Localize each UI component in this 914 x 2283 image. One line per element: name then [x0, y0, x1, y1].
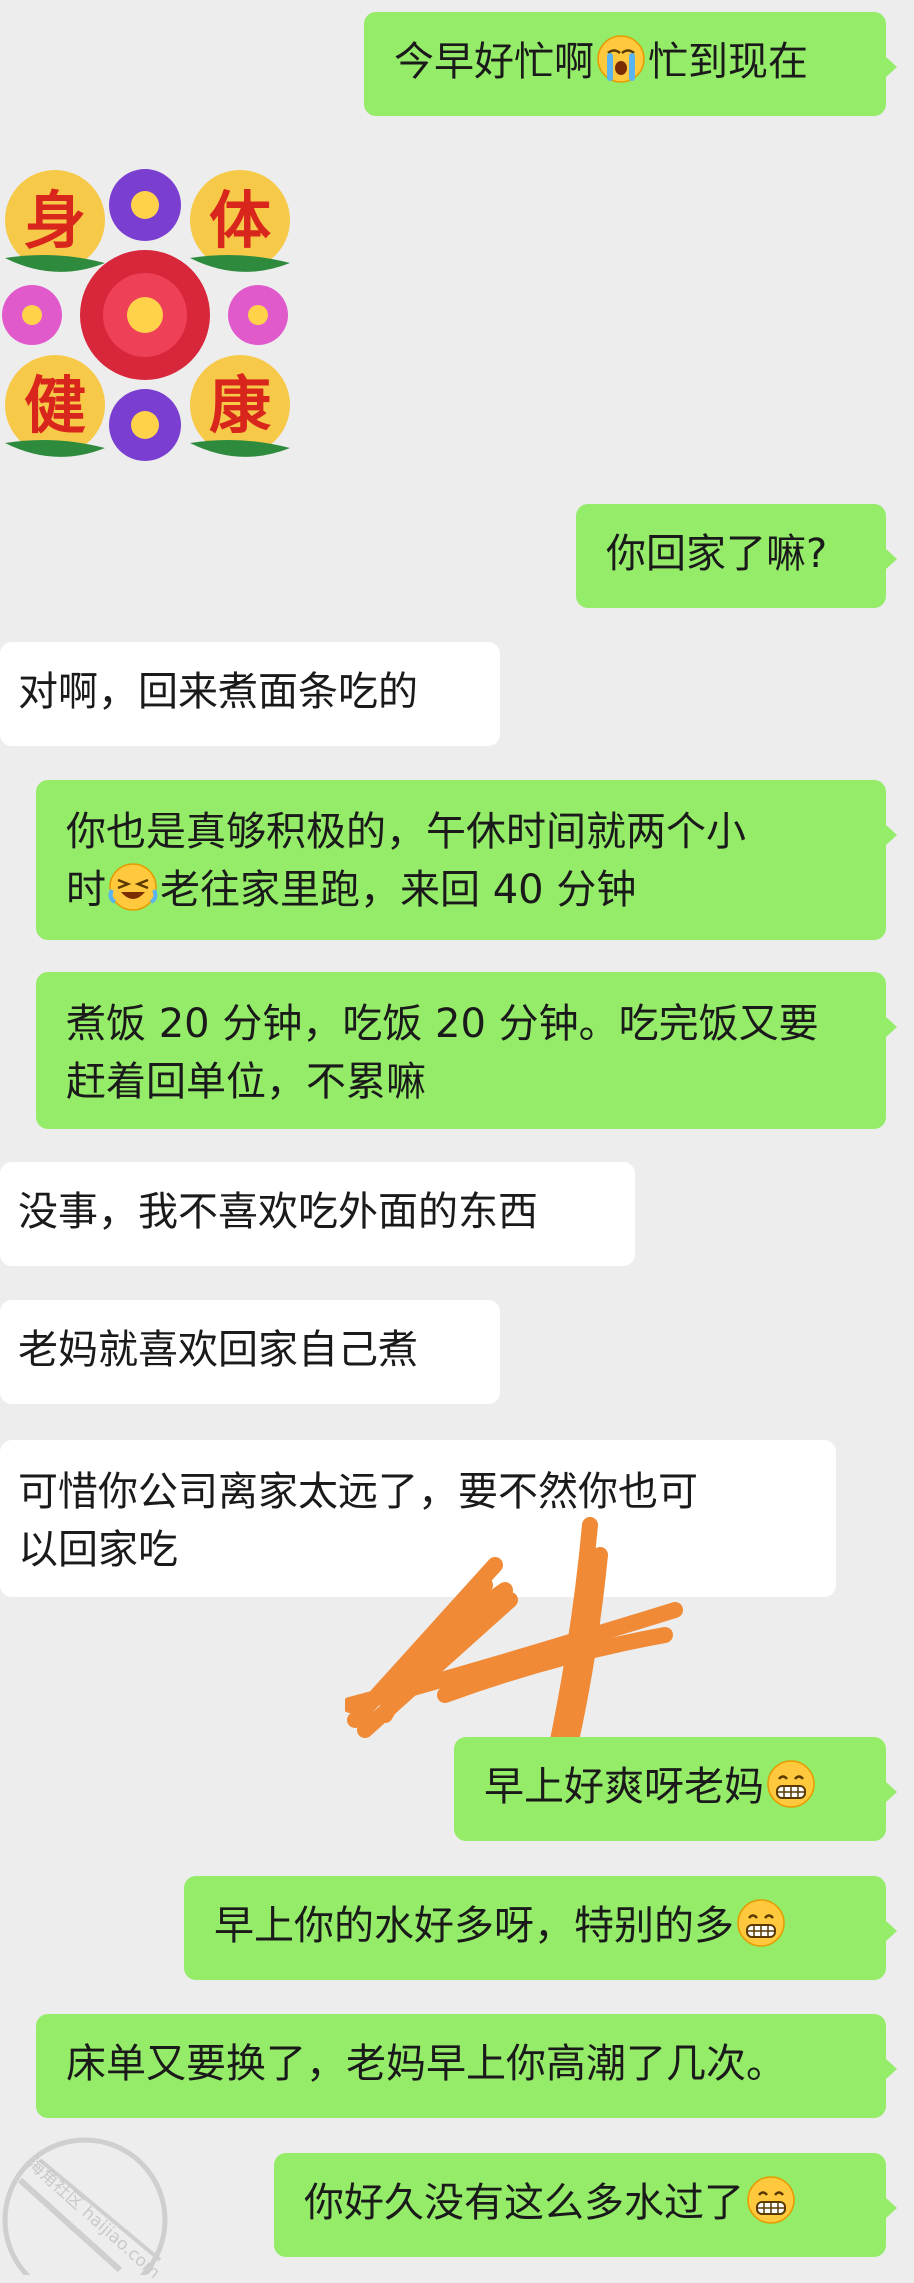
message-outgoing[interactable]: 今早好忙啊 忙到现在 [364, 12, 897, 116]
chat-area[interactable]: 今早好忙啊 忙到现在 身 体 健 康 你回家了嘛? 对啊，回来煮面条吃的 你也是… [0, 0, 914, 2283]
message-outgoing[interactable]: 早上好爽呀老妈 [454, 1737, 897, 1841]
message-text: 早上好爽呀老妈 [484, 1764, 764, 1810]
message-incoming[interactable]: 老妈就喜欢回家自己煮 [0, 1300, 500, 1404]
message-outgoing[interactable]: 煮饭 20 分钟，吃饭 20 分钟。吃完饭又要 赶着回单位，不累嘛 [36, 972, 897, 1129]
watermark-logo [2, 2137, 168, 2275]
message-text: 老妈就喜欢回家自己煮 [18, 1327, 418, 1373]
message-text: 你好久没有这么多水过了 [304, 2180, 744, 2226]
message-text: 你也是真够积极的，午休时间就两个小 [66, 809, 746, 855]
message-text: 时老往家里跑，来回 40 分钟 [66, 861, 856, 919]
message-outgoing[interactable]: 你好久没有这么多水过了 [274, 2153, 897, 2257]
sticker-char: 身 [24, 184, 86, 257]
message-text: 煮饭 20 分钟，吃饭 20 分钟。吃完饭又要 [66, 1001, 819, 1047]
sticker-health-blessing[interactable]: 身 体 健 康 [0, 150, 305, 470]
sticker-char: 康 [209, 369, 271, 442]
sticker-char: 体 [209, 184, 271, 257]
message-text: 床单又要换了，老妈早上你高潮了几次。 [66, 2041, 786, 2087]
message-outgoing[interactable]: 你也是真够积极的，午休时间就两个小 时老往家里跑，来回 40 分钟 [36, 780, 897, 940]
message-text: 忙到现在 [648, 39, 808, 85]
grinning-emoji-icon [766, 1759, 816, 1809]
message-text: 今早好忙啊 [394, 39, 594, 85]
message-outgoing[interactable]: 早上你的水好多呀，特别的多 [184, 1876, 897, 1980]
message-text: 对啊，回来煮面条吃的 [18, 669, 418, 715]
sticker-char: 健 [24, 369, 86, 442]
message-text: 你回家了嘛? [606, 531, 828, 577]
message-text: 赶着回单位，不累嘛 [66, 1059, 426, 1105]
message-text: 可惜你公司离家太远了，要不然你也可 [18, 1469, 698, 1515]
message-text: 早上你的水好多呀，特别的多 [214, 1903, 734, 1949]
message-incoming[interactable]: 没事，我不喜欢吃外面的东西 [0, 1162, 635, 1266]
message-text: 没事，我不喜欢吃外面的东西 [18, 1189, 538, 1235]
grinning-emoji-icon [736, 1898, 786, 1948]
laughing-crying-emoji-icon [108, 862, 158, 912]
scribble-redaction [345, 1517, 683, 1763]
message-incoming[interactable]: 对啊，回来煮面条吃的 [0, 642, 500, 746]
message-outgoing[interactable]: 你回家了嘛? [576, 504, 897, 608]
grinning-emoji-icon [746, 2175, 796, 2225]
crying-emoji-icon [596, 34, 646, 84]
